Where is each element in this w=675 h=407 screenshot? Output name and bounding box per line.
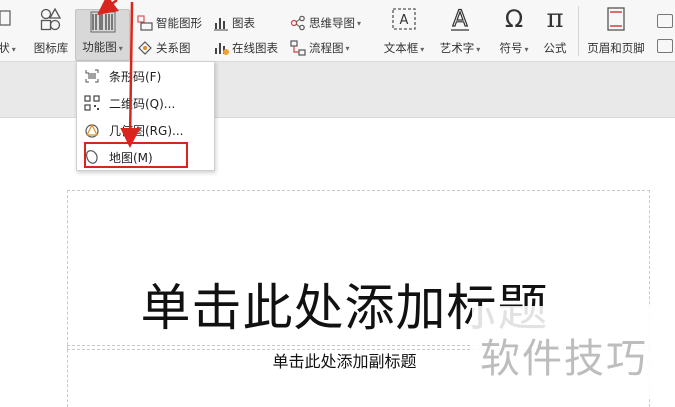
flowchart-icon bbox=[290, 40, 306, 56]
shape-icon bbox=[0, 4, 14, 34]
mindmap-icon bbox=[290, 15, 306, 31]
chart-icon bbox=[213, 15, 229, 31]
geometry-icon bbox=[83, 121, 101, 139]
barcode-icon bbox=[83, 67, 101, 85]
date-time-icon[interactable] bbox=[657, 39, 673, 53]
menu-item-qrcode[interactable]: 二维码(Q)... bbox=[83, 92, 209, 114]
wordart-icon: A bbox=[447, 4, 473, 34]
shape-button[interactable]: 状 ▾ bbox=[0, 4, 18, 60]
flowchart-button[interactable]: 流程图 ▾ bbox=[290, 39, 350, 57]
textbox-icon: A bbox=[391, 4, 417, 34]
header-footer-button[interactable]: 页眉和页脚 bbox=[584, 4, 648, 60]
relation-graph-icon bbox=[137, 40, 153, 56]
svg-text:A: A bbox=[400, 13, 409, 28]
watermark: 软件技巧 bbox=[472, 306, 675, 398]
online-chart-button[interactable]: 在线图表 bbox=[213, 39, 278, 57]
formula-button[interactable]: π 公式 bbox=[540, 4, 570, 60]
mindmap-button[interactable]: 思维导图 ▾ bbox=[290, 14, 361, 32]
smart-art-button[interactable]: 智能图形 bbox=[137, 14, 202, 32]
slide-number-icon[interactable] bbox=[657, 14, 673, 28]
svg-text:A: A bbox=[452, 7, 467, 32]
smart-art-icon bbox=[137, 15, 153, 31]
barcode-icon bbox=[90, 10, 116, 34]
icon-library-button[interactable]: 图标库 bbox=[30, 4, 72, 60]
chart-button[interactable]: 图表 bbox=[213, 14, 255, 32]
online-chart-icon bbox=[213, 40, 229, 56]
qrcode-icon bbox=[83, 94, 101, 112]
map-highlight-box bbox=[84, 142, 188, 168]
ribbon-separator bbox=[578, 6, 579, 56]
wordart-button[interactable]: A 艺术字 ▾ bbox=[436, 4, 484, 60]
symbol-button[interactable]: Ω 符号 ▾ bbox=[494, 4, 534, 60]
function-graph-button[interactable]: 功能图 ▾ bbox=[75, 9, 130, 61]
icon-library-icon bbox=[39, 4, 63, 34]
menu-item-geometry[interactable]: 几何图(RG)... bbox=[83, 119, 209, 141]
relation-graph-button[interactable]: 关系图 bbox=[137, 39, 191, 57]
ribbon-toolbar: 状 ▾ 图标库 功能图 ▾ 智能图形 关系图 图表 在线图表 思维导图 ▾ 流程… bbox=[0, 0, 675, 62]
textbox-button[interactable]: A 文本框 ▾ bbox=[380, 4, 428, 60]
header-footer-icon bbox=[606, 4, 626, 34]
omega-icon: Ω bbox=[504, 5, 524, 33]
menu-item-barcode[interactable]: 条形码(F) bbox=[83, 65, 209, 87]
pi-icon: π bbox=[546, 4, 564, 34]
